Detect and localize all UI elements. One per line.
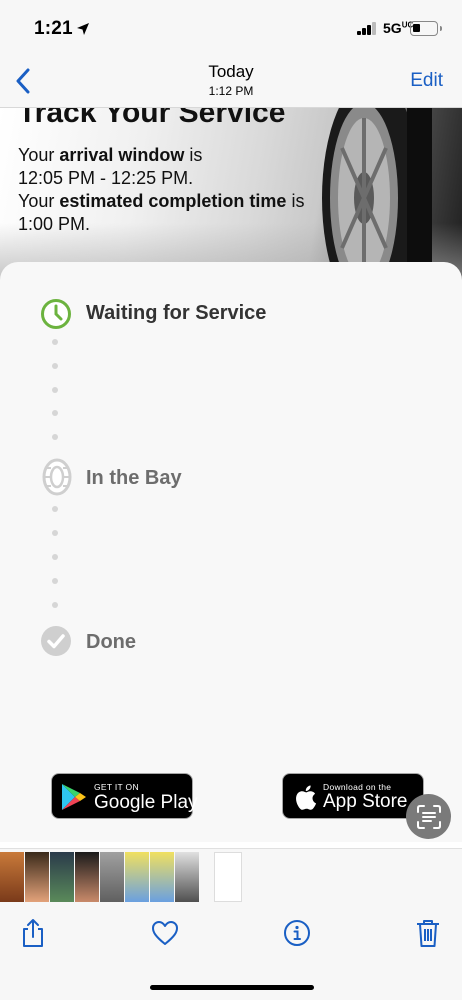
car-wheel-image [322, 108, 432, 283]
progress-dot [52, 410, 58, 416]
progress-dot [52, 554, 58, 560]
photo-thumbnail-strip [0, 848, 462, 904]
photo-thumbnail[interactable] [0, 852, 24, 902]
arrival-window-value: 12:05 PM - 12:25 PM. [18, 168, 194, 188]
progress-dot [52, 602, 58, 608]
live-text-icon [416, 804, 441, 829]
progress-dot [52, 578, 58, 584]
edit-button[interactable]: Edit [410, 70, 443, 92]
info-icon [284, 920, 310, 946]
status-bar: 1:21 5GUC [0, 0, 462, 56]
photo-thumbnail-current[interactable] [214, 852, 242, 902]
progress-dot [52, 530, 58, 536]
cellular-signal-icon [357, 22, 377, 35]
google-play-icon [62, 784, 86, 810]
photo-thumbnail[interactable] [25, 852, 49, 902]
step-label-waiting: Waiting for Service [86, 302, 267, 324]
step-label-done: Done [86, 631, 136, 653]
nav-subtitle: 1:12 PM [208, 84, 254, 98]
info-button[interactable] [280, 916, 314, 950]
photo-thumbnail[interactable] [150, 852, 174, 902]
tire-icon [42, 458, 72, 496]
trash-icon [417, 920, 439, 947]
battery-icon [410, 21, 442, 36]
photo-thumbnail[interactable] [50, 852, 74, 902]
photo-thumbnail[interactable] [75, 852, 99, 902]
hero-banner: Track Your Service Your arrival window i… [0, 108, 462, 283]
nav-title: Today [208, 62, 254, 81]
progress-dot [52, 363, 58, 369]
heart-icon [152, 921, 178, 945]
hero-description: Your arrival window is 12:05 PM - 12:25 … [18, 145, 305, 234]
bottom-toolbar [0, 904, 462, 1000]
service-status-card: Waiting for Service In the Bay Done [0, 262, 462, 842]
photo-thumbnail[interactable] [125, 852, 149, 902]
nav-bar: Today 1:12 PM Edit [0, 56, 462, 108]
photo-thumbnail[interactable] [175, 852, 199, 902]
completion-time-value: 1:00 PM. [18, 214, 91, 234]
progress-dot [52, 506, 58, 512]
google-play-badge[interactable]: GET IT ON Google Play [51, 773, 198, 819]
clock-icon [41, 299, 71, 329]
hero-title: Track Your Service [18, 108, 286, 129]
home-indicator [150, 985, 314, 990]
delete-button[interactable] [411, 916, 445, 950]
apple-icon [296, 785, 317, 810]
share-button[interactable] [16, 916, 50, 950]
location-arrow-icon [77, 23, 89, 35]
status-time: 1:21 [34, 18, 73, 39]
favorite-button[interactable] [148, 916, 182, 950]
progress-dot [52, 339, 58, 345]
app-store-badge[interactable]: Download on the App Store [282, 773, 424, 819]
live-text-button[interactable] [406, 794, 451, 839]
progress-dot [52, 387, 58, 393]
share-icon [23, 919, 43, 947]
check-circle-icon [41, 626, 71, 656]
photo-thumbnail[interactable] [100, 852, 124, 902]
progress-dot [52, 434, 58, 440]
network-type: 5GUC [383, 20, 414, 36]
step-label-in-bay: In the Bay [86, 467, 182, 489]
